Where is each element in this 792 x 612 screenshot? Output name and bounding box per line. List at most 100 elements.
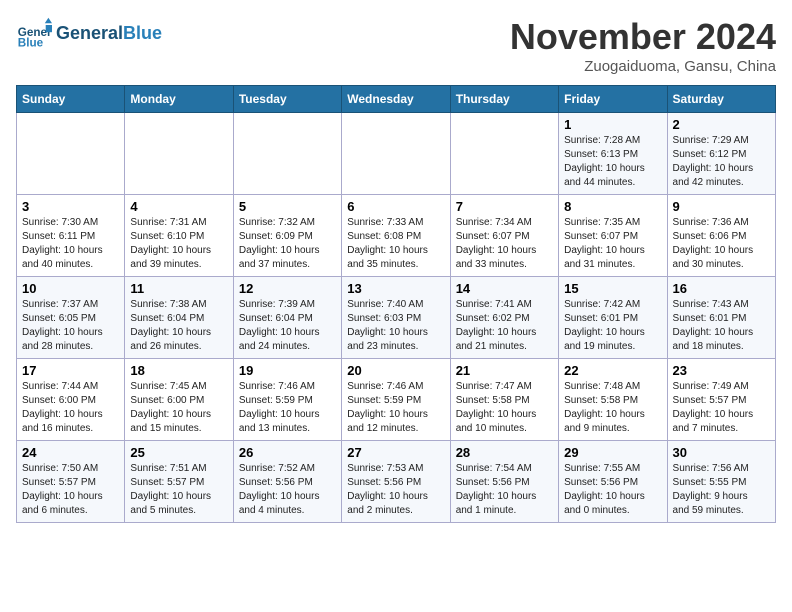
day-number: 8 xyxy=(564,199,661,214)
calendar-cell: 15 Sunrise: 7:42 AM Sunset: 6:01 PM Dayli… xyxy=(559,277,667,359)
day-number: 13 xyxy=(347,281,444,296)
logo-text-line1: GeneralBlue xyxy=(56,24,162,44)
day-info: Sunrise: 7:32 AM Sunset: 6:09 PM Dayligh… xyxy=(239,216,336,272)
calendar-cell: 28 Sunrise: 7:54 AM Sunset: 5:56 PM Dayli… xyxy=(450,441,558,523)
day-number: 5 xyxy=(239,199,336,214)
day-number: 2 xyxy=(673,117,770,132)
day-info: Sunrise: 7:40 AM Sunset: 6:03 PM Dayligh… xyxy=(347,298,444,354)
day-info: Sunrise: 7:29 AM Sunset: 6:12 PM Dayligh… xyxy=(673,134,770,190)
calendar-cell: 27 Sunrise: 7:53 AM Sunset: 5:56 PM Dayli… xyxy=(342,441,450,523)
calendar-cell xyxy=(125,113,233,195)
day-info: Sunrise: 7:31 AM Sunset: 6:10 PM Dayligh… xyxy=(130,216,227,272)
calendar-cell: 14Sunrise: 7:41 AM Sunset: 6:02 PM Dayli… xyxy=(450,277,558,359)
day-header-monday: Monday xyxy=(125,86,233,113)
calendar-cell: 2 Sunrise: 7:29 AM Sunset: 6:12 PM Daylig… xyxy=(667,113,775,195)
day-number: 18 xyxy=(130,363,227,378)
day-number: 20 xyxy=(347,363,444,378)
day-info: Sunrise: 7:56 AM Sunset: 5:55 PM Dayligh… xyxy=(673,462,770,518)
day-number: 11 xyxy=(130,281,227,296)
calendar-cell: 8 Sunrise: 7:35 AM Sunset: 6:07 PM Daylig… xyxy=(559,195,667,277)
week-row-3: 10Sunrise: 7:37 AM Sunset: 6:05 PM Dayli… xyxy=(17,277,776,359)
calendar-cell: 18Sunrise: 7:45 AM Sunset: 6:00 PM Dayli… xyxy=(125,359,233,441)
week-row-5: 24Sunrise: 7:50 AM Sunset: 5:57 PM Dayli… xyxy=(17,441,776,523)
day-number: 24 xyxy=(22,445,119,460)
day-info: Sunrise: 7:55 AM Sunset: 5:56 PM Dayligh… xyxy=(564,462,661,518)
day-header-thursday: Thursday xyxy=(450,86,558,113)
header: General Blue GeneralBlue November 2024 Z… xyxy=(16,16,776,75)
logo-icon: General Blue xyxy=(16,16,52,52)
calendar-cell: 5 Sunrise: 7:32 AM Sunset: 6:09 PM Daylig… xyxy=(233,195,341,277)
day-header-sunday: Sunday xyxy=(17,86,125,113)
day-number: 17 xyxy=(22,363,119,378)
day-info: Sunrise: 7:47 AM Sunset: 5:58 PM Dayligh… xyxy=(456,380,553,436)
day-info: Sunrise: 7:35 AM Sunset: 6:07 PM Dayligh… xyxy=(564,216,661,272)
calendar-cell: 9 Sunrise: 7:36 AM Sunset: 6:06 PM Daylig… xyxy=(667,195,775,277)
calendar-cell: 4 Sunrise: 7:31 AM Sunset: 6:10 PM Daylig… xyxy=(125,195,233,277)
day-header-tuesday: Tuesday xyxy=(233,86,341,113)
logo: General Blue GeneralBlue xyxy=(16,16,162,52)
day-number: 15 xyxy=(564,281,661,296)
day-info: Sunrise: 7:38 AM Sunset: 6:04 PM Dayligh… xyxy=(130,298,227,354)
location: Zuogaiduoma, Gansu, China xyxy=(510,58,776,75)
days-header-row: SundayMondayTuesdayWednesdayThursdayFrid… xyxy=(17,86,776,113)
calendar-cell: 13 Sunrise: 7:40 AM Sunset: 6:03 PM Dayli… xyxy=(342,277,450,359)
day-info: Sunrise: 7:36 AM Sunset: 6:06 PM Dayligh… xyxy=(673,216,770,272)
day-number: 21 xyxy=(456,363,553,378)
day-info: Sunrise: 7:54 AM Sunset: 5:56 PM Dayligh… xyxy=(456,462,553,518)
day-number: 12 xyxy=(239,281,336,296)
day-number: 14 xyxy=(456,281,553,296)
day-info: Sunrise: 7:43 AM Sunset: 6:01 PM Dayligh… xyxy=(673,298,770,354)
day-number: 25 xyxy=(130,445,227,460)
day-info: Sunrise: 7:33 AM Sunset: 6:08 PM Dayligh… xyxy=(347,216,444,272)
calendar-cell: 25Sunrise: 7:51 AM Sunset: 5:57 PM Dayli… xyxy=(125,441,233,523)
calendar-cell xyxy=(17,113,125,195)
day-info: Sunrise: 7:46 AM Sunset: 5:59 PM Dayligh… xyxy=(239,380,336,436)
day-number: 19 xyxy=(239,363,336,378)
day-header-friday: Friday xyxy=(559,86,667,113)
calendar-cell: 30 Sunrise: 7:56 AM Sunset: 5:55 PM Dayli… xyxy=(667,441,775,523)
day-number: 22 xyxy=(564,363,661,378)
calendar-cell: 10Sunrise: 7:37 AM Sunset: 6:05 PM Dayli… xyxy=(17,277,125,359)
day-info: Sunrise: 7:34 AM Sunset: 6:07 PM Dayligh… xyxy=(456,216,553,272)
day-info: Sunrise: 7:49 AM Sunset: 5:57 PM Dayligh… xyxy=(673,380,770,436)
week-row-1: 1 Sunrise: 7:28 AM Sunset: 6:13 PM Daylig… xyxy=(17,113,776,195)
calendar-cell: 6 Sunrise: 7:33 AM Sunset: 6:08 PM Daylig… xyxy=(342,195,450,277)
day-number: 7 xyxy=(456,199,553,214)
day-number: 4 xyxy=(130,199,227,214)
calendar-cell xyxy=(233,113,341,195)
day-number: 27 xyxy=(347,445,444,460)
calendar-cell: 11 Sunrise: 7:38 AM Sunset: 6:04 PM Dayli… xyxy=(125,277,233,359)
day-info: Sunrise: 7:53 AM Sunset: 5:56 PM Dayligh… xyxy=(347,462,444,518)
calendar-cell xyxy=(450,113,558,195)
week-row-4: 17Sunrise: 7:44 AM Sunset: 6:00 PM Dayli… xyxy=(17,359,776,441)
day-info: Sunrise: 7:30 AM Sunset: 6:11 PM Dayligh… xyxy=(22,216,119,272)
day-number: 28 xyxy=(456,445,553,460)
day-number: 1 xyxy=(564,117,661,132)
day-info: Sunrise: 7:42 AM Sunset: 6:01 PM Dayligh… xyxy=(564,298,661,354)
day-info: Sunrise: 7:48 AM Sunset: 5:58 PM Dayligh… xyxy=(564,380,661,436)
day-number: 23 xyxy=(673,363,770,378)
calendar-cell: 24Sunrise: 7:50 AM Sunset: 5:57 PM Dayli… xyxy=(17,441,125,523)
calendar-cell: 26Sunrise: 7:52 AM Sunset: 5:56 PM Dayli… xyxy=(233,441,341,523)
day-info: Sunrise: 7:28 AM Sunset: 6:13 PM Dayligh… xyxy=(564,134,661,190)
calendar-cell: 16Sunrise: 7:43 AM Sunset: 6:01 PM Dayli… xyxy=(667,277,775,359)
calendar-cell: 22 Sunrise: 7:48 AM Sunset: 5:58 PM Dayli… xyxy=(559,359,667,441)
day-info: Sunrise: 7:39 AM Sunset: 6:04 PM Dayligh… xyxy=(239,298,336,354)
calendar-cell xyxy=(342,113,450,195)
month-title: November 2024 xyxy=(510,16,776,58)
day-number: 10 xyxy=(22,281,119,296)
calendar-cell: 23 Sunrise: 7:49 AM Sunset: 5:57 PM Dayli… xyxy=(667,359,775,441)
week-row-2: 3Sunrise: 7:30 AM Sunset: 6:11 PM Daylig… xyxy=(17,195,776,277)
calendar-cell: 21 Sunrise: 7:47 AM Sunset: 5:58 PM Dayli… xyxy=(450,359,558,441)
calendar-cell: 29Sunrise: 7:55 AM Sunset: 5:56 PM Dayli… xyxy=(559,441,667,523)
day-info: Sunrise: 7:46 AM Sunset: 5:59 PM Dayligh… xyxy=(347,380,444,436)
day-number: 9 xyxy=(673,199,770,214)
day-number: 26 xyxy=(239,445,336,460)
svg-text:Blue: Blue xyxy=(18,37,44,50)
day-header-saturday: Saturday xyxy=(667,86,775,113)
calendar-cell: 7 Sunrise: 7:34 AM Sunset: 6:07 PM Daylig… xyxy=(450,195,558,277)
title-area: November 2024 Zuogaiduoma, Gansu, China xyxy=(510,16,776,75)
calendar-cell: 1 Sunrise: 7:28 AM Sunset: 6:13 PM Daylig… xyxy=(559,113,667,195)
day-number: 6 xyxy=(347,199,444,214)
day-number: 30 xyxy=(673,445,770,460)
